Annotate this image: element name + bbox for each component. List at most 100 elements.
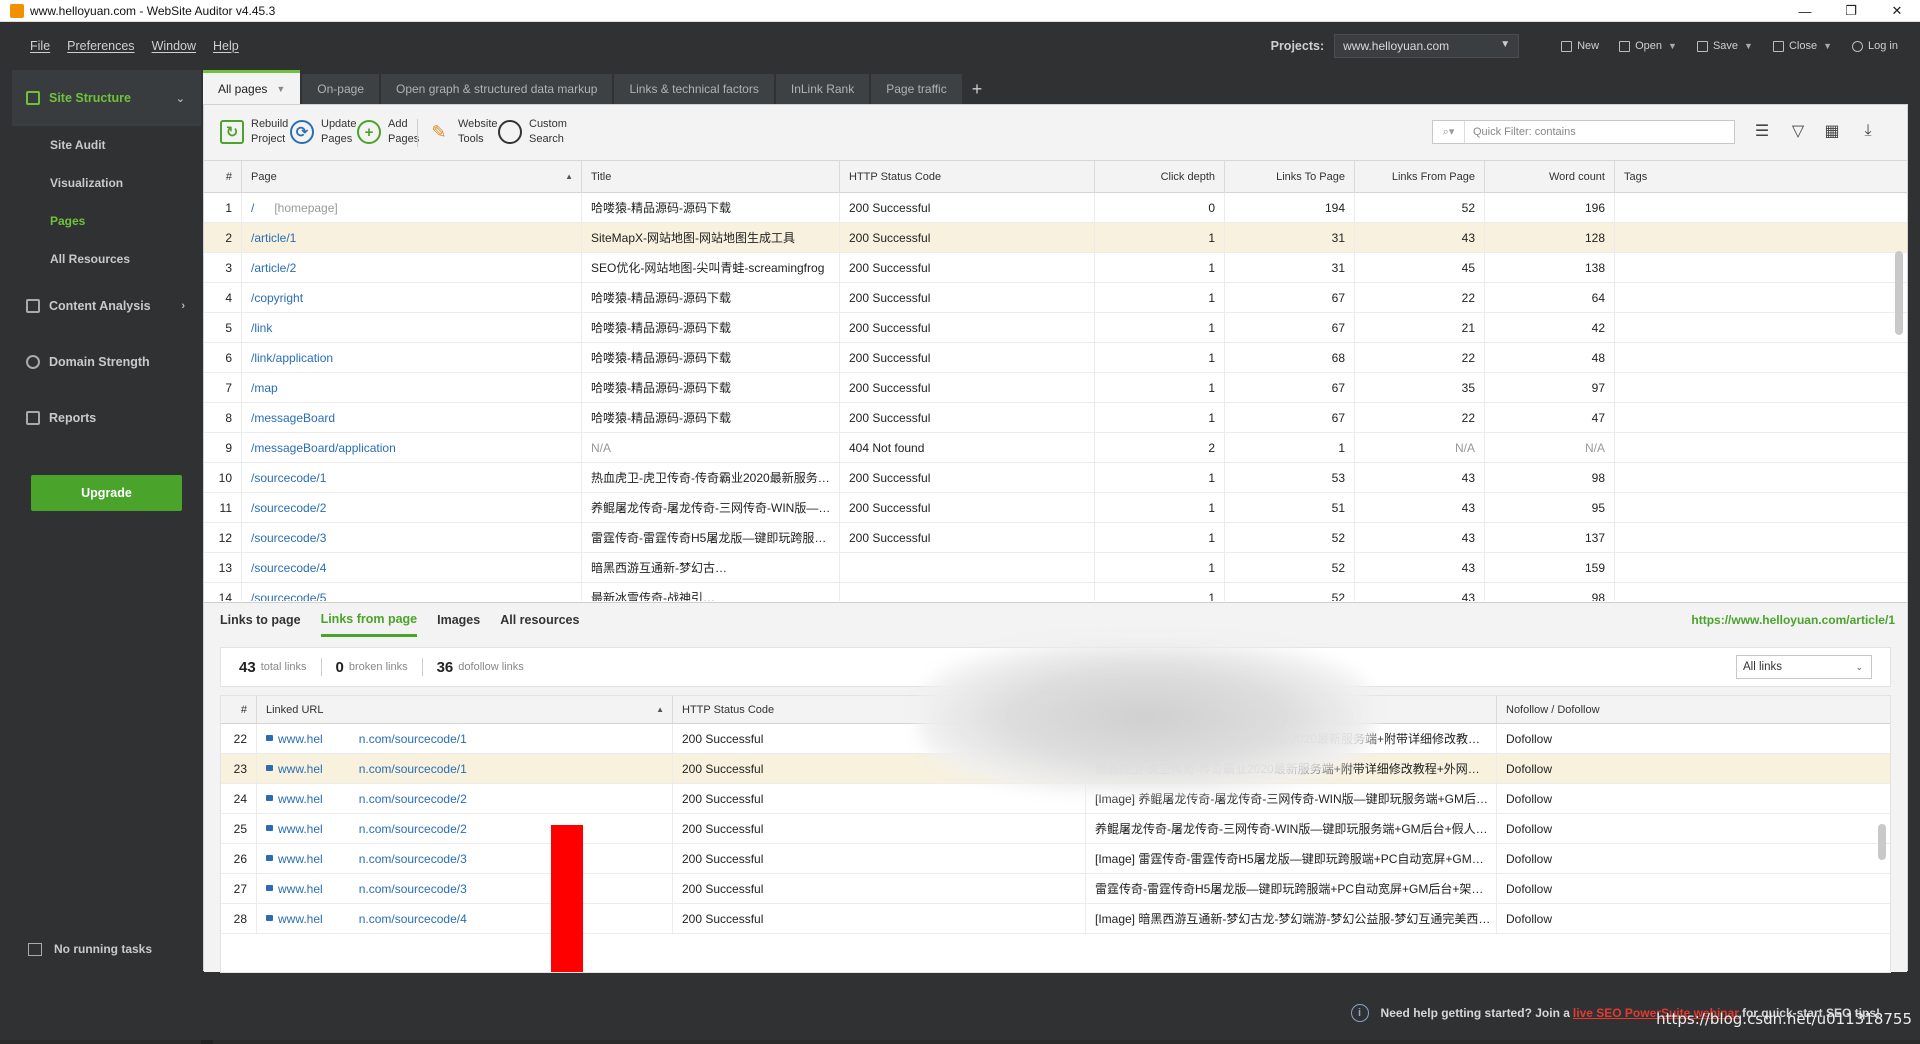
col-link-index[interactable]: #: [221, 696, 257, 724]
col-click-depth[interactable]: Click depth: [1095, 161, 1225, 193]
table-row[interactable]: 3/article/2 SEO优化-网站地图-尖叫青蛙-screamingfrog…: [204, 252, 1907, 283]
links-filter-select[interactable]: All links ⌄: [1736, 655, 1872, 679]
running-tasks-status[interactable]: No running tasks: [28, 942, 152, 956]
project-select[interactable]: www.helloyuan.com ▼: [1334, 34, 1520, 58]
open-button[interactable]: Open ▼: [1619, 40, 1677, 52]
col-http-status[interactable]: HTTP Status Code: [840, 161, 1095, 193]
linked-url-start[interactable]: www.hel: [278, 912, 323, 926]
link-row[interactable]: 25 www.hel n.com/sourcecode/2 200 Successfu…: [221, 813, 1890, 844]
close-project-button[interactable]: Close ▼: [1772, 40, 1832, 52]
col-tags[interactable]: Tags: [1615, 161, 1907, 193]
table-row[interactable]: 12/sourcecode/3 雷霆传奇-雷霆传奇H5屠龙版—键即玩跨服… 200 …: [204, 522, 1907, 553]
table-row[interactable]: 11/sourcecode/2 养鲲屠龙传奇-屠龙传奇-三网传奇-WIN版—… 20…: [204, 492, 1907, 523]
upgrade-button[interactable]: Upgrade: [31, 475, 182, 511]
page-url[interactable]: /sourcecode/1: [251, 471, 326, 485]
page-url[interactable]: /link/application: [251, 351, 333, 365]
minimize-button[interactable]: —: [1782, 0, 1828, 22]
link-row[interactable]: 28 www.hel n.com/sourcecode/4 200 Successfu…: [221, 903, 1890, 934]
col-linked-url[interactable]: Linked URL ▲: [257, 696, 673, 724]
page-url[interactable]: /article/1: [251, 231, 296, 245]
page-url[interactable]: /messageBoard: [251, 411, 335, 425]
page-url[interactable]: /: [251, 201, 254, 215]
linked-url-start[interactable]: www.hel: [278, 882, 323, 896]
tab-links-from-page[interactable]: Links from page: [320, 603, 418, 637]
linked-url-start[interactable]: www.hel: [278, 822, 323, 836]
linked-url-end[interactable]: n.com/sourcecode/3: [359, 882, 467, 896]
linked-url-end[interactable]: n.com/sourcecode/1: [359, 732, 467, 746]
linked-url-end[interactable]: n.com/sourcecode/4: [359, 912, 467, 926]
page-url[interactable]: /sourcecode/4: [251, 561, 326, 575]
quick-filter-input[interactable]: ⌕▾ Quick Filter: contains: [1432, 120, 1735, 144]
page-url[interactable]: /copyright: [251, 291, 303, 305]
links-scrollbar[interactable]: [1878, 824, 1886, 860]
page-url[interactable]: /sourcecode/5: [251, 591, 326, 602]
table-row[interactable]: 5/link 哈喽猿-精品源码-源码下载 200 Successful 1 67 21 42: [204, 312, 1907, 343]
table-row[interactable]: 13/sourcecode/4 暗黑西游互通新-梦幻古… 1 52 43 159: [204, 552, 1907, 583]
tab-inlink-rank[interactable]: InLink Rank: [775, 74, 870, 104]
linked-url-start[interactable]: www.hel: [278, 792, 323, 806]
sidebar-item-pages[interactable]: Pages: [12, 202, 201, 240]
page-url[interactable]: /article/2: [251, 261, 296, 275]
new-button[interactable]: New: [1561, 40, 1599, 52]
menu-window[interactable]: Window: [152, 39, 196, 53]
table-row[interactable]: 7/map 哈喽猿-精品源码-源码下载 200 Successful 1 67 35 97: [204, 372, 1907, 403]
linked-url-start[interactable]: www.hel: [278, 732, 323, 746]
table-row[interactable]: 10/sourcecode/1 热血虎卫-虎卫传奇-传奇霸业2020最新服务… 20…: [204, 462, 1907, 493]
page-url[interactable]: /link: [251, 321, 272, 335]
linked-url-end[interactable]: n.com/sourcecode/2: [359, 792, 467, 806]
table-row[interactable]: 1 / [homepage] 哈喽猿-精品源码-源码下载 200 Successful 0…: [204, 192, 1907, 223]
filter-icon[interactable]: ▽: [1786, 119, 1810, 143]
tab-on-page[interactable]: On-page: [302, 74, 379, 104]
link-row[interactable]: 27 www.hel n.com/sourcecode/3 200 Successfu…: [221, 873, 1890, 904]
save-button[interactable]: Save ▼: [1696, 40, 1753, 52]
table-row[interactable]: 2/article/1 SiteMapX-网站地图-网站地图生成工具 200 Suc…: [204, 222, 1907, 253]
col-nofollow[interactable]: Nofollow / Dofollow: [1497, 696, 1890, 724]
tab-all-resources[interactable]: All resources: [500, 603, 579, 637]
sidebar-domain-strength[interactable]: Domain Strength: [12, 334, 201, 390]
page-url[interactable]: /map: [251, 381, 278, 395]
col-title[interactable]: Title: [582, 161, 840, 193]
table-row[interactable]: 6/link/application 哈喽猿-精品源码-源码下载 200 Succe…: [204, 342, 1907, 373]
tab-links-technical[interactable]: Links & technical factors: [614, 74, 774, 104]
add-tab-button[interactable]: +: [972, 74, 983, 104]
linked-url-end[interactable]: n.com/sourcecode/1: [359, 762, 467, 776]
list-view-icon[interactable]: ☰: [1750, 119, 1774, 143]
tab-all-pages[interactable]: All pages ▼: [203, 70, 301, 104]
sidebar-item-visualization[interactable]: Visualization: [12, 164, 201, 202]
close-window-button[interactable]: ✕: [1874, 0, 1920, 22]
sidebar-reports[interactable]: Reports: [12, 390, 201, 446]
grid-view-icon[interactable]: ▦: [1820, 119, 1844, 143]
tab-page-traffic[interactable]: Page traffic: [871, 74, 962, 104]
login-button[interactable]: Log in: [1852, 40, 1898, 52]
selected-page-url[interactable]: https://www.helloyuan.com/article/1: [1691, 613, 1895, 627]
col-page[interactable]: Page ▲: [242, 161, 582, 193]
table-row[interactable]: 4/copyright 哈喽猿-精品源码-源码下载 200 Successful 1 6…: [204, 282, 1907, 313]
table-row[interactable]: 14/sourcecode/5 最新冰雪传奇-战神引… 1 52 43 98: [204, 582, 1907, 602]
sidebar-item-site-audit[interactable]: Site Audit: [12, 126, 201, 164]
linked-url-start[interactable]: www.hel: [278, 852, 323, 866]
page-url[interactable]: /sourcecode/2: [251, 501, 326, 515]
tab-images[interactable]: Images: [437, 603, 480, 637]
page-url[interactable]: /messageBoard/application: [251, 441, 396, 455]
sidebar-item-all-resources[interactable]: All Resources: [12, 240, 201, 278]
tab-open-graph[interactable]: Open graph & structured data markup: [381, 74, 613, 104]
sidebar-site-structure[interactable]: Site Structure ⌄: [12, 70, 201, 126]
menu-file[interactable]: File: [30, 39, 50, 53]
linked-url-end[interactable]: n.com/sourcecode/2: [359, 822, 467, 836]
table-row[interactable]: 9/messageBoard/application N/A 404 Not fou…: [204, 432, 1907, 463]
page-url[interactable]: /sourcecode/3: [251, 531, 326, 545]
table-row[interactable]: 8/messageBoard 哈喽猿-精品源码-源码下载 200 Successfu…: [204, 402, 1907, 433]
restore-button[interactable]: ❐: [1828, 0, 1874, 22]
col-links-to-page[interactable]: Links To Page: [1225, 161, 1355, 193]
col-links-from-page[interactable]: Links From Page: [1355, 161, 1485, 193]
menu-help[interactable]: Help: [213, 39, 239, 53]
col-index[interactable]: #: [204, 161, 242, 193]
tab-links-to-page[interactable]: Links to page: [220, 603, 301, 637]
download-icon[interactable]: ⤓: [1856, 119, 1880, 143]
custom-search-button[interactable]: Custom Search: [498, 117, 581, 147]
linked-url-start[interactable]: www.hel: [278, 762, 323, 776]
link-row[interactable]: 26 www.hel n.com/sourcecode/3 200 Successfu…: [221, 843, 1890, 874]
col-word-count[interactable]: Word count: [1485, 161, 1615, 193]
menu-preferences[interactable]: Preferences: [67, 39, 134, 53]
pages-scrollbar[interactable]: [1895, 251, 1903, 335]
